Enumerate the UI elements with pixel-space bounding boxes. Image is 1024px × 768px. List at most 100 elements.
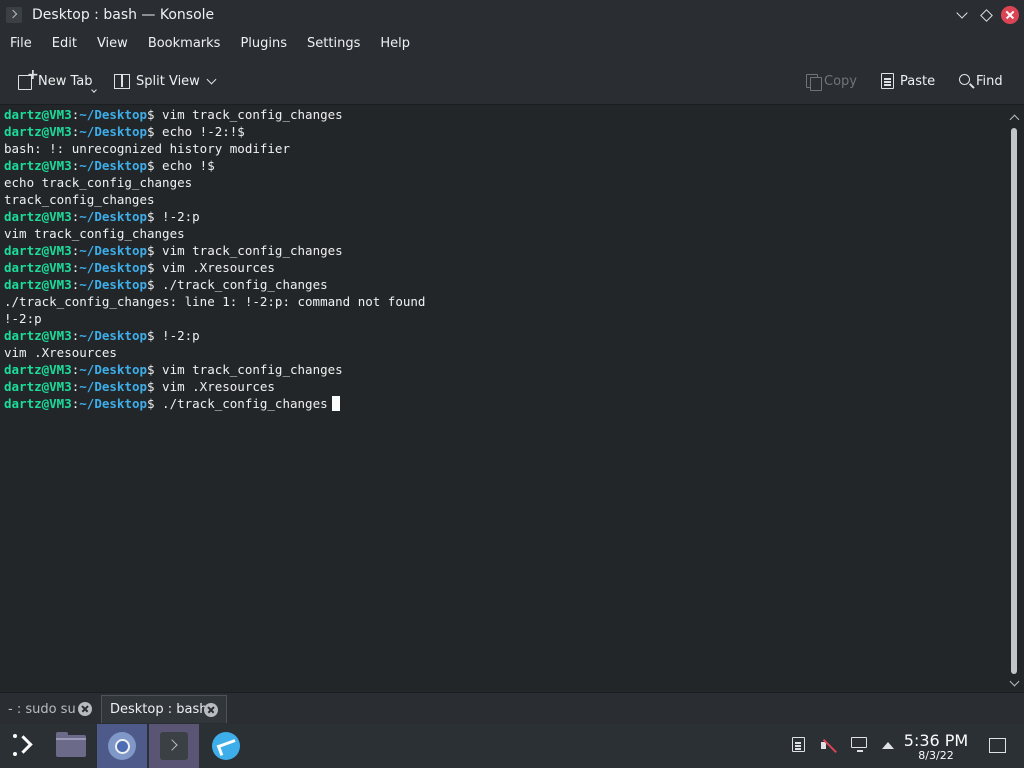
prompt-user: dartz@VM3 — [4, 124, 72, 139]
menu-view[interactable]: View — [87, 30, 138, 58]
kde-connect-icon — [212, 732, 240, 760]
minimize-button[interactable] — [952, 5, 972, 25]
menu-settings[interactable]: Settings — [297, 30, 370, 58]
output-text: vim .Xresources — [4, 345, 117, 360]
clock-time[interactable]: 5:36 PM — [900, 731, 972, 750]
taskbar: 5:36 PM 8/3/22 — [0, 724, 1024, 768]
prompt-path: ~/Desktop — [79, 107, 147, 122]
scroll-down-icon[interactable] — [1009, 676, 1020, 687]
prompt-command: $ echo !$ — [147, 158, 215, 173]
prompt-command: $ vim track_config_changes — [147, 362, 343, 377]
terminal-output-line: vim track_config_changes — [4, 225, 1008, 242]
launcher-icon — [13, 734, 37, 758]
close-tab-icon[interactable] — [78, 702, 92, 716]
terminal-output[interactable]: dartz@VM3:~/Desktop$ vim track_config_ch… — [0, 106, 1008, 692]
output-text: track_config_changes — [4, 192, 155, 207]
show-hidden-tray-icon[interactable] — [882, 742, 894, 749]
split-view-label: Split View — [136, 73, 200, 89]
copy-label: Copy — [824, 73, 857, 89]
terminal-output-line: track_config_changes — [4, 191, 1008, 208]
copy-button[interactable]: Copy — [806, 70, 857, 92]
menu-plugins[interactable]: Plugins — [230, 30, 297, 58]
paste-button[interactable]: Paste — [881, 70, 935, 92]
menu-bar: File Edit View Bookmarks Plugins Setting… — [0, 30, 1024, 58]
kde-connect-button[interactable] — [201, 724, 251, 768]
chevron-down-icon — [956, 7, 968, 19]
network-icon[interactable] — [851, 737, 867, 752]
prompt-user: dartz@VM3 — [4, 243, 72, 258]
diamond-icon — [979, 8, 993, 22]
prompt-command: $ !-2:p — [147, 209, 200, 224]
prompt-path: ~/Desktop — [79, 243, 147, 258]
new-tab-label: New Tab — [38, 73, 93, 89]
clock-date[interactable]: 8/3/22 — [900, 749, 972, 762]
prompt-user: dartz@VM3 — [4, 277, 72, 292]
terminal-prompt-line: dartz@VM3:~/Desktop$ vim .Xresources — [4, 378, 1008, 395]
terminal-prompt-line: dartz@VM3:~/Desktop$ vim track_config_ch… — [4, 242, 1008, 259]
prompt-path: ~/Desktop — [79, 396, 147, 411]
volume-muted-icon[interactable] — [820, 737, 838, 755]
terminal-output-line: echo track_config_changes — [4, 174, 1008, 191]
scroll-up-icon[interactable] — [1009, 114, 1020, 125]
new-tab-icon — [18, 67, 39, 90]
terminal-prompt-line: dartz@VM3:~/Desktop$ vim .Xresources — [4, 259, 1008, 276]
close-tab-icon[interactable] — [204, 703, 218, 717]
menu-bookmarks[interactable]: Bookmarks — [138, 30, 231, 58]
copy-icon — [806, 74, 822, 91]
show-desktop-icon[interactable] — [989, 738, 1006, 753]
window-title: Desktop : bash — Konsole — [32, 7, 215, 23]
prompt-user: dartz@VM3 — [4, 209, 72, 224]
prompt-command: $ vim track_config_changes — [147, 243, 343, 258]
tab-sudo-su[interactable]: - : sudo su — [0, 695, 100, 723]
terminal-prompt-line: dartz@VM3:~/Desktop$ ./track_config_chan… — [4, 276, 1008, 293]
menu-file[interactable]: File — [0, 30, 42, 58]
tab-label: Desktop : bash — [110, 702, 208, 717]
split-view-button[interactable]: Split View — [114, 70, 217, 92]
chromium-button[interactable] — [97, 724, 147, 768]
close-window-button[interactable] — [1000, 5, 1020, 25]
menu-help[interactable]: Help — [370, 30, 420, 58]
prompt-path: ~/Desktop — [79, 124, 147, 139]
terminal-prompt-line: dartz@VM3:~/Desktop$ !-2:p — [4, 327, 1008, 344]
find-label: Find — [976, 73, 1003, 89]
text-cursor — [331, 396, 340, 411]
file-manager-button[interactable] — [46, 724, 96, 768]
search-icon — [959, 74, 970, 85]
terminal-prompt-line: dartz@VM3:~/Desktop$ vim track_config_ch… — [4, 361, 1008, 378]
tab-label: - : sudo su — [8, 701, 76, 717]
output-text: vim track_config_changes — [4, 226, 185, 241]
scrollbar-thumb[interactable] — [1011, 128, 1017, 674]
output-text: ./track_config_changes: line 1: !-2:p: c… — [4, 294, 426, 309]
prompt-path: ~/Desktop — [79, 328, 147, 343]
output-text: !-2:p — [4, 311, 42, 326]
prompt-user: dartz@VM3 — [4, 396, 72, 411]
find-button[interactable]: Find — [959, 70, 1003, 92]
output-text: echo track_config_changes — [4, 175, 193, 190]
new-tab-button[interactable]: New Tab — [18, 67, 93, 92]
chevron-down-icon — [206, 74, 217, 84]
terminal-output-line: vim .Xresources — [4, 344, 1008, 361]
prompt-command: $ vim .Xresources — [147, 379, 275, 394]
clipboard-icon[interactable] — [792, 737, 805, 752]
maximize-button[interactable] — [976, 5, 996, 25]
prompt-path: ~/Desktop — [79, 260, 147, 275]
konsole-task-button[interactable] — [149, 724, 199, 768]
application-launcher-button[interactable] — [0, 724, 50, 768]
terminal-prompt-line: dartz@VM3:~/Desktop$ vim track_config_ch… — [4, 106, 1008, 123]
terminal-prompt-line: dartz@VM3:~/Desktop$ echo !-2:!$ — [4, 123, 1008, 140]
folder-icon — [56, 732, 86, 757]
prompt-user: dartz@VM3 — [4, 107, 72, 122]
terminal-icon — [160, 732, 188, 760]
paste-label: Paste — [900, 73, 936, 89]
output-text: bash: !: unrecognized history modifier — [4, 141, 290, 156]
tab-desktop-bash[interactable]: Desktop : bash — [101, 695, 227, 723]
menu-edit[interactable]: Edit — [42, 30, 87, 58]
prompt-command: $ ./track_config_changes — [147, 396, 328, 411]
prompt-path: ~/Desktop — [79, 158, 147, 173]
terminal-scrollbar[interactable] — [1007, 106, 1024, 692]
terminal-prompt-line: dartz@VM3:~/Desktop$ !-2:p — [4, 208, 1008, 225]
split-view-icon — [114, 73, 130, 89]
prompt-command: $ vim track_config_changes — [147, 107, 343, 122]
prompt-path: ~/Desktop — [79, 362, 147, 377]
chromium-icon — [108, 732, 136, 760]
